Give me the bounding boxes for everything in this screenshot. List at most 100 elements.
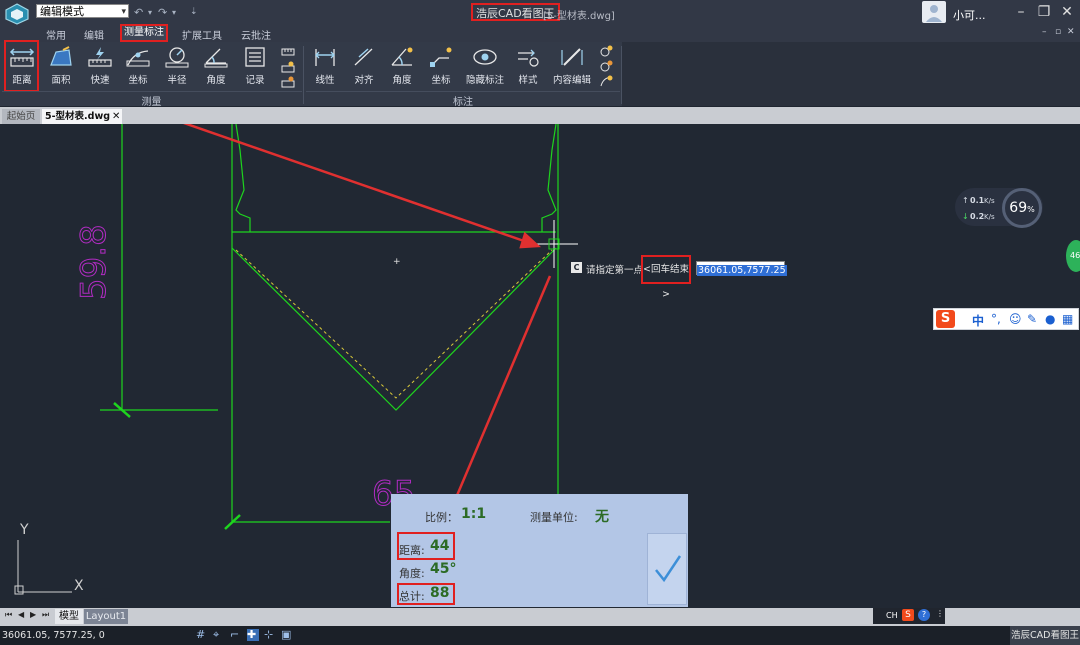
- record-list-icon: [245, 47, 265, 67]
- ime-mini-lang[interactable]: CH: [886, 611, 898, 620]
- ruler-edit-icon[interactable]: [281, 61, 295, 73]
- microphone-icon[interactable]: ●: [1045, 312, 1055, 326]
- help-icon[interactable]: ?: [918, 609, 930, 621]
- ortho-icon[interactable]: ⌐: [230, 629, 242, 641]
- angle-dimension-icon: [391, 47, 413, 66]
- unit-value[interactable]: 无: [595, 506, 609, 526]
- chevron-down-icon[interactable]: ▾: [172, 8, 176, 17]
- coordinate-dim-button[interactable]: 坐标: [422, 44, 460, 86]
- ruler-settings-icon[interactable]: [281, 76, 295, 88]
- tab-start-page[interactable]: 起始页: [2, 109, 40, 124]
- redo-icon[interactable]: ↷: [158, 6, 167, 19]
- tab-drawing-file[interactable]: 5-型材表.dwg: [42, 109, 122, 124]
- lightning-ruler-icon: [88, 47, 112, 67]
- prev-layout-icon[interactable]: ◀: [18, 610, 24, 619]
- angle-dim-label: 角度: [392, 75, 412, 86]
- command-enter-hint[interactable]: <回车结束>: [641, 255, 691, 300]
- record-label: 记录: [245, 75, 265, 86]
- selection-icon[interactable]: ▣: [281, 629, 293, 641]
- mode-select-value: 编辑模式: [40, 5, 84, 18]
- quick-measure-button[interactable]: 快速: [81, 44, 119, 86]
- customize-quick-access-icon[interactable]: ⇣: [190, 7, 198, 17]
- grid-icon[interactable]: #: [196, 629, 208, 641]
- first-layout-icon[interactable]: ⏮: [5, 610, 12, 620]
- quick-measure-label: 快速: [90, 75, 110, 86]
- offset-dashed-line: [235, 249, 553, 399]
- undo-icon[interactable]: ↶: [134, 6, 143, 19]
- sogou-mini-icon[interactable]: S: [902, 609, 914, 621]
- ruler-small-icon[interactable]: [281, 46, 295, 58]
- area-button[interactable]: 面积: [42, 44, 80, 86]
- skin-icon[interactable]: ✎: [1027, 312, 1037, 326]
- tab-model[interactable]: 模型: [55, 609, 83, 624]
- group-divider: [2, 91, 302, 92]
- tab-common[interactable]: 常用: [46, 27, 66, 42]
- avatar[interactable]: [922, 1, 946, 23]
- restore-icon[interactable]: ❐: [1033, 4, 1055, 20]
- edit-content-button[interactable]: 内容编辑: [550, 44, 594, 86]
- side-badge[interactable]: 46: [1066, 240, 1080, 272]
- circle-add-icon[interactable]: [599, 45, 613, 57]
- snap-icon[interactable]: ⌖: [213, 629, 225, 641]
- tab-extend-tools[interactable]: 扩展工具: [182, 27, 222, 42]
- tab-cloud-annotation[interactable]: 云批注: [241, 27, 271, 42]
- aligned-dimension-icon: [354, 48, 373, 66]
- osnap-icon[interactable]: ✚: [247, 629, 259, 641]
- dim-style-button[interactable]: 样式: [509, 44, 547, 86]
- app-logo-icon[interactable]: [4, 3, 30, 25]
- status-app-name: 浩辰CAD看图王: [1010, 626, 1080, 645]
- coordinate-input[interactable]: 36061.05,7577.25: [696, 261, 787, 276]
- scale-value[interactable]: 1:1: [461, 506, 486, 522]
- coordinate-measure-button[interactable]: 坐标: [119, 44, 157, 86]
- next-layout-icon[interactable]: ▶: [30, 610, 36, 619]
- angle-result-value: 45°: [430, 561, 457, 577]
- user-icon: [926, 5, 942, 22]
- memory-usage-gauge[interactable]: 69%: [1002, 188, 1042, 228]
- last-layout-icon[interactable]: ⏭: [42, 610, 49, 620]
- doc-minimize-icon[interactable]: –: [1042, 27, 1047, 37]
- mode-select[interactable]: 编辑模式 ▾: [36, 4, 129, 18]
- group-separator: [621, 46, 622, 104]
- polar-icon[interactable]: ⊹: [264, 629, 276, 641]
- command-icon: C: [571, 262, 582, 273]
- chevron-down-icon[interactable]: ▾: [148, 8, 152, 17]
- ime-mini-menu-icon[interactable]: ⋮: [936, 609, 944, 618]
- record-button[interactable]: 记录: [236, 44, 274, 86]
- emoji-icon[interactable]: ☺: [1009, 312, 1022, 326]
- ime-language[interactable]: 中: [972, 312, 984, 329]
- close-tab-icon[interactable]: ✕: [112, 109, 120, 124]
- angle-measure-button[interactable]: 角度: [197, 44, 235, 86]
- circle-edit-icon[interactable]: [599, 60, 613, 72]
- minimize-icon[interactable]: –: [1010, 4, 1032, 20]
- doc-close-icon[interactable]: ✕: [1067, 27, 1075, 37]
- linear-dim-label: 线性: [315, 75, 335, 86]
- tab-measure-annotate[interactable]: 测量标注: [120, 24, 168, 42]
- arc-dimension-icon[interactable]: [599, 75, 613, 87]
- area-icon: [50, 46, 72, 66]
- annotation-arrows: [182, 124, 552, 527]
- scale-label: 比例：: [425, 511, 458, 524]
- radius-button[interactable]: 半径: [158, 44, 196, 86]
- tab-layout1[interactable]: Layout1: [84, 609, 128, 624]
- memory-usage-percent: 69: [1009, 200, 1028, 216]
- angle-dim-button[interactable]: 角度: [383, 44, 421, 86]
- eye-icon: [473, 49, 497, 65]
- distance-result-value: 44: [430, 538, 450, 554]
- ime-punctuation[interactable]: °,: [991, 312, 1001, 326]
- toolbox-icon[interactable]: ▦: [1062, 312, 1073, 326]
- memory-usage-unit: %: [1027, 205, 1035, 214]
- close-icon[interactable]: ✕: [1056, 4, 1078, 20]
- linear-dim-button[interactable]: 线性: [306, 44, 344, 86]
- hide-annotation-button[interactable]: 隐藏标注: [462, 44, 508, 86]
- username[interactable]: 小可...: [953, 7, 986, 23]
- radius-icon: [165, 47, 189, 68]
- profile-outline: [100, 124, 559, 523]
- measure-group-label: 测量: [141, 97, 162, 108]
- group-separator: [303, 46, 304, 104]
- doc-restore-icon[interactable]: ▫: [1055, 27, 1061, 37]
- confirm-button[interactable]: [647, 533, 687, 605]
- tab-edit[interactable]: 编辑: [84, 27, 104, 42]
- sogou-logo-icon[interactable]: S: [936, 310, 955, 328]
- linear-dimension-icon: [315, 49, 335, 66]
- aligned-dim-button[interactable]: 对齐: [345, 44, 383, 86]
